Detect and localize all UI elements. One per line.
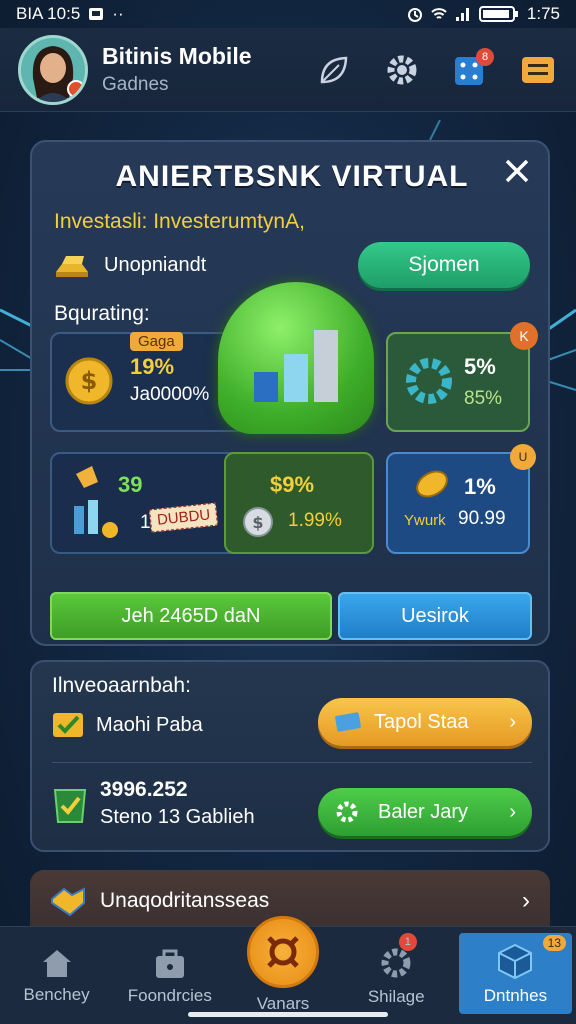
avatar[interactable] xyxy=(18,34,88,105)
dollar-coin-icon: $ xyxy=(65,357,113,405)
tile-d-sub: 1.99% xyxy=(288,510,342,531)
app-header: Bitinis Mobile Gadnes 8 xyxy=(0,28,576,112)
target-icon xyxy=(267,935,299,968)
tile-a-pct: 19% xyxy=(130,354,175,379)
tile-b-badge: K xyxy=(510,322,538,350)
menu-button[interactable] xyxy=(518,50,558,90)
online-status-dot xyxy=(67,79,85,98)
bar-chart-icon xyxy=(254,330,338,402)
checklist-icon xyxy=(53,713,83,737)
chevron-right-icon: › xyxy=(522,887,530,914)
message-icon xyxy=(89,8,104,20)
tile-c-value: 39 xyxy=(118,472,143,497)
row2-value: 3996.252 xyxy=(100,778,188,801)
golden-leaf-icon xyxy=(416,470,448,498)
more-dots-icon: ·· xyxy=(112,4,124,23)
card2-title: Ilnveoaarnbah: xyxy=(52,674,191,697)
tile-e-badge: U xyxy=(510,444,536,470)
tile-a-sub: Ja0000% xyxy=(130,384,210,405)
invest-label: Investasli: InvesterumtynA, xyxy=(54,210,305,233)
chevron-right-icon: › xyxy=(509,710,516,733)
tile-d-value: $9% xyxy=(270,472,315,497)
chevron-right-icon: › xyxy=(509,800,516,823)
row1-label: Maohi Paba xyxy=(96,713,203,736)
cube-icon xyxy=(498,943,533,979)
asset-tile-ticket[interactable]: 39 1 DUBDU xyxy=(50,452,250,554)
tapol-button[interactable]: Tapol Staa › xyxy=(318,698,532,746)
nav-item-storage[interactable]: 1 Shilage xyxy=(340,927,453,1024)
handshake-icon xyxy=(51,887,85,917)
app-subtitle: Gadnes xyxy=(102,74,169,95)
nav-label: Dntnhes xyxy=(483,985,548,1005)
nav-item-center[interactable]: Vanars xyxy=(226,915,339,1024)
asset-tile-dollar[interactable]: $9% $ 1.99% xyxy=(224,452,374,554)
tile-tag: Gaga xyxy=(130,332,183,351)
gear-small-icon xyxy=(336,801,358,823)
bag-icon xyxy=(155,949,184,978)
center-action-button[interactable] xyxy=(247,915,319,988)
svg-text:$: $ xyxy=(81,367,98,395)
checked-cup-icon xyxy=(53,788,87,823)
baler-button-label: Baler Jary xyxy=(378,800,469,823)
gear-icon xyxy=(387,55,417,84)
tile-b-sub: 85% xyxy=(464,388,503,409)
section-label: Bqurating: xyxy=(54,302,150,325)
baler-button[interactable]: Baler Jary › xyxy=(318,788,532,836)
alarm-icon xyxy=(407,8,422,22)
app-title: Bitinis Mobile xyxy=(102,43,252,69)
status-time: 1:75 xyxy=(526,4,560,23)
leaf-icon xyxy=(320,56,348,83)
asset-tile-leaf[interactable]: 1% Ywurk 90.99 U xyxy=(386,444,536,554)
notification-badge: 8 xyxy=(476,47,494,66)
investment-card: ANIERTBSNK VIRTUAL Investasli: Investeru… xyxy=(30,140,550,646)
wifi-icon xyxy=(431,8,447,19)
battery-icon xyxy=(478,6,518,22)
nav-label: Shilage xyxy=(367,986,425,1006)
asset-tile-gear[interactable]: 5% 85% K xyxy=(386,322,538,432)
nav-item-dntnhes[interactable]: 13 Dntnhes xyxy=(458,933,573,1014)
silver-coin-icon: $ xyxy=(243,507,273,537)
siomen-button[interactable]: Sjomen xyxy=(358,242,530,288)
gear-ring-icon xyxy=(406,358,452,404)
nav-label: Benchey xyxy=(23,984,90,1004)
card3-label: Unaqodritansseas xyxy=(100,889,270,912)
dice-button[interactable]: 8 xyxy=(450,47,494,90)
close-icon[interactable] xyxy=(502,156,532,186)
envelope-icon xyxy=(335,712,361,732)
blue-action-button[interactable]: Uesirok xyxy=(338,592,532,640)
status-left-text: BIA 10:5 xyxy=(16,4,81,23)
investment-summary-card: Ilnveoaarnbah: Maohi Paba Tapol Staa › 3… xyxy=(30,660,550,852)
card-title: ANIERTBSNK VIRTUAL xyxy=(115,160,469,193)
gold-bars-icon xyxy=(56,256,88,277)
growth-chart-dome xyxy=(218,282,374,434)
nav-badge: 1 xyxy=(398,933,417,951)
settings-button[interactable] xyxy=(382,50,422,90)
row2-sub: Steno 13 Gablieh xyxy=(100,806,255,828)
divider xyxy=(52,762,532,763)
tile-e-sub-left: Ywurk xyxy=(404,512,446,529)
signal-icon xyxy=(455,8,469,21)
green-action-button[interactable]: Jeh 2465D daN xyxy=(50,592,332,640)
menu-icon xyxy=(522,56,554,83)
nav-label: Foondrcies xyxy=(127,985,212,1005)
bottom-navigation: Benchey Foondrcies Vanars 1 Shilage 13 D… xyxy=(0,915,576,1024)
nav-label: Vanars xyxy=(256,993,310,1013)
nav-badge: 13 xyxy=(542,935,567,951)
tile-e-pct: 1% xyxy=(464,474,496,499)
home-icon xyxy=(42,949,71,977)
ticket-label: DUBDU xyxy=(148,502,219,533)
tile-b-pct: 5% xyxy=(464,354,496,379)
leaf-button[interactable] xyxy=(314,50,354,90)
status-bar: BIA 10:5 ·· 1:75 xyxy=(0,0,576,28)
nav-item-bag[interactable]: Foondrcies xyxy=(113,927,226,1024)
tile-e-sub-right: 90.99 xyxy=(458,508,506,529)
tapol-button-label: Tapol Staa xyxy=(374,710,469,733)
nav-item-home[interactable]: Benchey xyxy=(0,927,113,1024)
svg-text:$: $ xyxy=(252,513,263,532)
home-indicator[interactable] xyxy=(188,1012,388,1017)
unop-label: Unopniandt xyxy=(104,253,207,276)
